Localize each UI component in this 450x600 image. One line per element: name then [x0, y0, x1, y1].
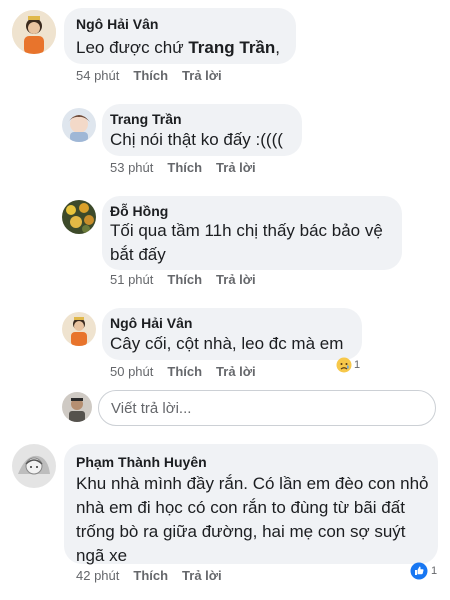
like-button[interactable]: Thích	[133, 568, 168, 583]
comment-author[interactable]: Ngô Hải Vân	[76, 16, 158, 32]
comment-text: Leo được chứ Trang Trần,	[76, 36, 280, 60]
comment-text: Tối qua tầm 11h chị thấy bác bảo vệ bắt …	[110, 221, 383, 264]
comment-actions: 42 phút Thích Trả lời	[76, 568, 236, 583]
comment-text: Cây cối, cột nhà, leo đc mà em	[110, 334, 344, 353]
avatar[interactable]	[12, 444, 56, 488]
like-button[interactable]: Thích	[167, 160, 202, 175]
comment-time[interactable]: 51 phút	[110, 272, 153, 287]
reply-button[interactable]: Trả lời	[216, 160, 256, 175]
comment-actions: 54 phút Thích Trả lời	[76, 68, 236, 83]
comment-actions: 50 phút Thích Trả lời	[110, 364, 270, 379]
reply-button[interactable]: Trả lời	[182, 68, 222, 83]
comment-text: Khu nhà mình đầy rắn. Có lần em đèo con …	[76, 474, 429, 565]
avatar[interactable]	[62, 312, 96, 346]
comment-time[interactable]: 50 phút	[110, 364, 153, 379]
reply-input-placeholder: Viết trả lời...	[111, 400, 192, 417]
comment-text-part: Leo được chứ	[76, 38, 189, 57]
avatar[interactable]	[12, 10, 56, 54]
reply-button[interactable]: Trả lời	[216, 272, 256, 287]
like-thumb-icon	[410, 562, 428, 580]
comment-author[interactable]: Đỗ Hồng	[110, 203, 168, 219]
reaction-badge[interactable]: 1	[336, 357, 360, 373]
comment-time[interactable]: 54 phút	[76, 68, 119, 83]
comment-author[interactable]: Ngô Hải Vân	[110, 315, 192, 331]
comment-actions: 53 phút Thích Trả lời	[110, 160, 270, 175]
comment-author[interactable]: Phạm Thành Huyên	[76, 454, 207, 470]
comment-author[interactable]: Trang Trần	[110, 111, 182, 127]
reaction-count: 1	[354, 359, 361, 371]
sad-emoji-icon	[336, 357, 352, 373]
current-user-avatar	[62, 392, 92, 422]
avatar[interactable]	[62, 108, 96, 142]
comment-text-part: ,	[275, 38, 281, 57]
comment-bubble: Ngô Hải Vân Leo được chứ Trang Trần,	[64, 8, 296, 64]
like-button[interactable]: Thích	[167, 364, 202, 379]
comment-bubble: Ngô Hải Vân Cây cối, cột nhà, leo đc mà …	[102, 308, 362, 360]
comment-time[interactable]: 42 phút	[76, 568, 119, 583]
reply-input[interactable]: Viết trả lời...	[98, 390, 436, 426]
like-button[interactable]: Thích	[167, 272, 202, 287]
reply-button[interactable]: Trả lời	[182, 568, 222, 583]
mention-link[interactable]: Trang Trần	[188, 38, 275, 57]
comment-text: Chị nói thật ko đấy :((((	[110, 130, 283, 149]
comment-actions: 51 phút Thích Trả lời	[110, 272, 270, 287]
reaction-count: 1	[431, 565, 438, 577]
comment-bubble: Đỗ Hồng Tối qua tầm 11h chị thấy bác bảo…	[102, 196, 402, 270]
avatar[interactable]	[62, 200, 96, 234]
comment-bubble: Trang Trần Chị nói thật ko đấy :((((	[102, 104, 302, 156]
comment-time[interactable]: 53 phút	[110, 160, 153, 175]
comment-bubble: Phạm Thành Huyên Khu nhà mình đầy rắn. C…	[64, 444, 438, 565]
reply-button[interactable]: Trả lời	[216, 364, 256, 379]
reaction-badge[interactable]: 1	[410, 562, 437, 580]
like-button[interactable]: Thích	[133, 68, 168, 83]
